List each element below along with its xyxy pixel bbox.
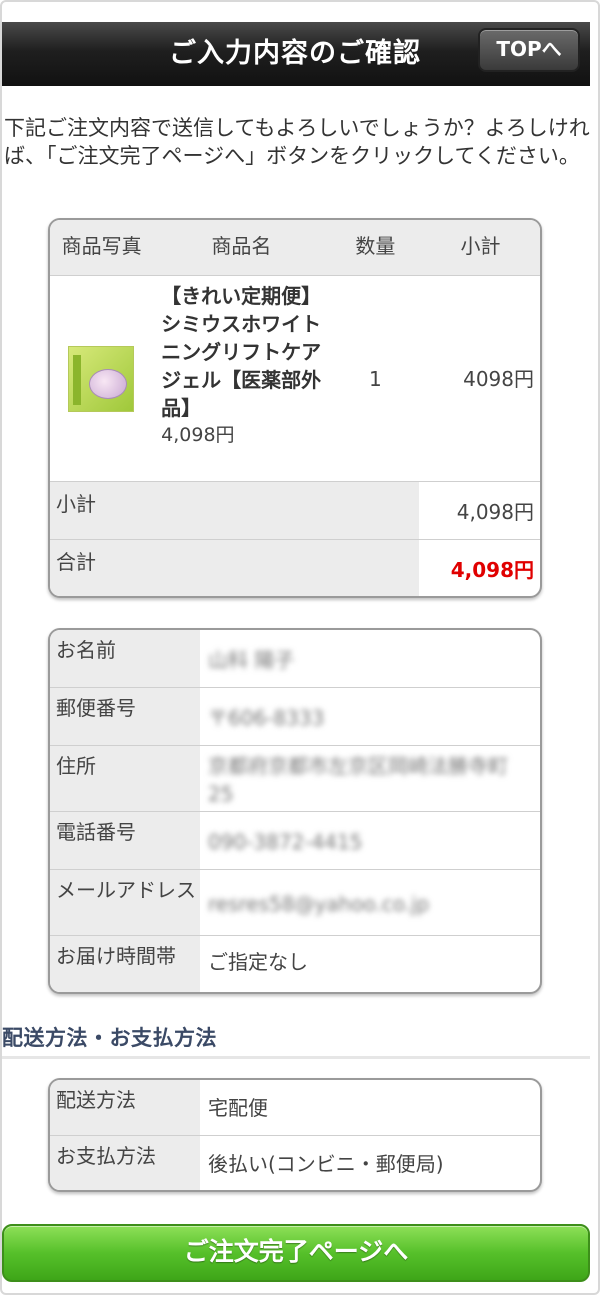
delivery-method-value: 宅配便 xyxy=(208,1096,268,1120)
payment-method-row: お支払方法 後払い(コンビニ・郵便局) xyxy=(50,1136,540,1190)
phone-row: 電話番号 090-3872-4415 xyxy=(50,812,540,870)
section-divider xyxy=(0,1056,590,1059)
delivery-time-value: ご指定なし xyxy=(208,950,308,974)
header-bar: ご入力内容のご確認 TOPへ xyxy=(0,22,590,86)
address-value: 京都府京都市左京区岡崎法勝寺町25 xyxy=(208,754,508,806)
email-label: メールアドレス xyxy=(50,870,200,935)
product-price: 4,098円 xyxy=(161,424,235,446)
total-label: 合計 xyxy=(50,540,419,596)
delivery-time-row: お届け時間帯 ご指定なし xyxy=(50,936,540,992)
product-name-cell: 【きれい定期便】シミウスホワイトニングリフトケアジェル【医薬部外品】 4,098… xyxy=(153,276,330,481)
header-photo: 商品写真 xyxy=(61,234,142,258)
subtotal-value: 4,098円 xyxy=(456,500,534,524)
product-photo-cell xyxy=(50,276,153,481)
delivery-method-row: 配送方法 宅配便 xyxy=(50,1080,540,1136)
order-table: 商品写真 商品名 数量 小計 【きれい定期便】シミウスホワイトニングリフトケアジ… xyxy=(48,218,542,598)
delivery-time-label: お届け時間帯 xyxy=(50,936,200,992)
header-qty: 数量 xyxy=(355,234,396,258)
address-row: 住所 京都府京都市左京区岡崎法勝寺町25 xyxy=(50,746,540,812)
name-row: お名前 山科 陽子 xyxy=(50,630,540,688)
payment-method-value: 後払い(コンビニ・郵便局) xyxy=(208,1152,444,1176)
postal-value: 〒606-8333 xyxy=(208,706,325,730)
shipping-section-title: 配送方法・お支払方法 xyxy=(2,1026,217,1050)
product-row: 【きれい定期便】シミウスホワイトニングリフトケアジェル【医薬部外品】 4,098… xyxy=(50,276,540,482)
name-label: お名前 xyxy=(50,630,200,687)
product-subtotal: 4098円 xyxy=(463,367,534,391)
total-value: 4,098円 xyxy=(450,558,534,582)
product-name: 【きれい定期便】シミウスホワイトニングリフトケアジェル【医薬部外品】 xyxy=(161,284,322,420)
phone-label: 電話番号 xyxy=(50,812,200,869)
postal-row: 郵便番号 〒606-8333 xyxy=(50,688,540,746)
order-table-header: 商品写真 商品名 数量 小計 xyxy=(50,220,540,276)
email-row: メールアドレス resres58@yahoo.co.jp xyxy=(50,870,540,936)
total-row: 合計 4,098円 xyxy=(50,540,540,596)
delivery-method-label: 配送方法 xyxy=(50,1080,200,1135)
phone-value: 090-3872-4415 xyxy=(208,830,363,854)
subtotal-row: 小計 4,098円 xyxy=(50,482,540,540)
customer-info-table: お名前 山科 陽子 郵便番号 〒606-8333 住所 京都府京都市左京区岡崎法… xyxy=(48,628,542,994)
product-image xyxy=(68,346,134,412)
subtotal-label: 小計 xyxy=(50,482,419,539)
shipping-table: 配送方法 宅配便 お支払方法 後払い(コンビニ・郵便局) xyxy=(48,1078,542,1192)
product-qty: 1 xyxy=(368,367,382,391)
email-value: resres58@yahoo.co.jp xyxy=(208,892,430,916)
complete-order-button[interactable]: ご注文完了ページへ xyxy=(2,1224,590,1282)
postal-label: 郵便番号 xyxy=(50,688,200,745)
top-button[interactable]: TOPへ xyxy=(478,28,580,72)
address-label: 住所 xyxy=(50,746,200,811)
name-value: 山科 陽子 xyxy=(208,648,295,672)
intro-text: 下記ご注文内容で送信してもよろしいでしょうか？よろしければ、「ご注文完了ページへ… xyxy=(4,116,590,168)
header-name: 商品名 xyxy=(211,234,272,258)
header-subtotal: 小計 xyxy=(460,234,501,258)
payment-method-label: お支払方法 xyxy=(50,1136,200,1190)
